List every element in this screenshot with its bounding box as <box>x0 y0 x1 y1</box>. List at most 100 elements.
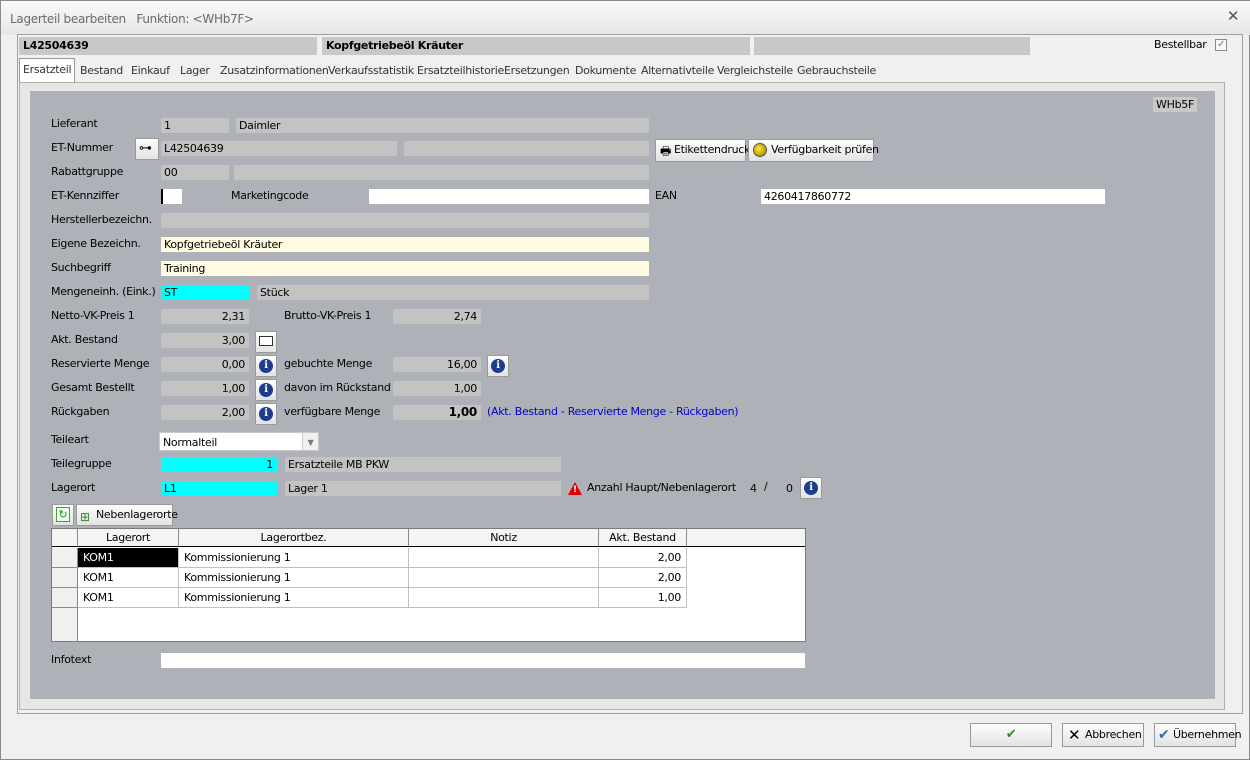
lagerort-text: Lager 1 <box>285 481 561 496</box>
netto-field: 2,31 <box>161 309 249 324</box>
chevron-down-icon: ▼ <box>302 433 318 450</box>
tab-vergleichsteile[interactable]: Vergleichsteile <box>714 60 796 82</box>
ean-field[interactable]: 4260417860772 <box>761 189 1105 204</box>
apply-button[interactable]: ✔ Übernehmen <box>1154 723 1242 747</box>
header-part-name: Kopfgetriebeöl Kräuter <box>322 37 750 55</box>
title-bar: Lagerteil bearbeiten Funktion: <WHb7F> ✕ <box>1 1 1250 35</box>
tab-ersatzteilhistorie[interactable]: Ersatzteilhistorie <box>414 60 507 82</box>
table-cell[interactable] <box>409 588 599 608</box>
suchbegriff-field[interactable]: Training <box>161 261 649 276</box>
anzahl-label: Anzahl Haupt/Nebenlagerort <box>587 481 736 494</box>
reserviert-info-button[interactable]: i <box>255 355 277 377</box>
ok-button[interactable]: ✔ <box>970 723 1052 747</box>
gebucht-field: 16,00 <box>393 357 481 372</box>
tab-ersatzteil[interactable]: Ersatzteil <box>19 58 76 83</box>
mengeneinh-field[interactable]: ST <box>161 285 249 300</box>
grid-corner <box>52 529 78 547</box>
refresh-icon: ↻ <box>56 507 70 522</box>
teilegruppe-field[interactable]: 1 <box>161 457 277 472</box>
table-cell[interactable]: KOM1 <box>78 548 179 568</box>
lieferant-number[interactable]: 1 <box>161 118 229 133</box>
refresh-button[interactable]: ↻ <box>52 504 74 526</box>
table-cell[interactable] <box>409 568 599 588</box>
et-nummer-label: ET-Nummer <box>51 141 113 154</box>
tab-gebrauchsteile[interactable]: Gebrauchsteile <box>794 60 879 82</box>
checkmark-ok-icon: ✔ <box>1005 727 1017 742</box>
table-cell[interactable]: Kommissionierung 1 <box>179 548 409 568</box>
teileart-select[interactable]: Normalteil ▼ <box>159 432 319 451</box>
etikettendruck-button[interactable]: 🖶 Etikettendruck <box>655 139 750 162</box>
tab-ersetzungen[interactable]: Ersetzungen <box>501 60 572 82</box>
suchbegriff-label: Suchbegriff <box>51 261 111 274</box>
verfuegbar-hint: (Akt. Bestand - Reservierte Menge - Rück… <box>487 405 739 418</box>
close-icon[interactable]: ✕ <box>1225 7 1241 25</box>
tab-bestand[interactable]: Bestand <box>77 60 126 82</box>
table-cell[interactable]: KOM1 <box>78 588 179 608</box>
rabattgruppe-field[interactable]: 00 <box>161 165 229 180</box>
warning-mark: ! <box>573 485 577 495</box>
table-cell[interactable]: 2,00 <box>599 548 687 568</box>
bestellt-info-button[interactable]: i <box>255 379 277 401</box>
header-empty-field <box>754 37 1030 55</box>
mengeneinh-label: Mengeneinh. (Eink.) <box>51 285 156 298</box>
nebenlagerorte-button[interactable]: ⊞ Nebenlagerorte <box>76 504 178 526</box>
et-kennziffer-field[interactable] <box>161 189 182 204</box>
gebucht-info-button[interactable]: i <box>487 355 509 377</box>
rueckgaben-field: 2,00 <box>161 405 249 420</box>
function-label: Funktion: <WHb7F> <box>136 12 254 26</box>
orderable-label: Bestellbar <box>1154 38 1207 51</box>
row-selector[interactable] <box>52 568 78 588</box>
table-cell[interactable]: 2,00 <box>599 568 687 588</box>
table-cell[interactable]: Kommissionierung 1 <box>179 568 409 588</box>
rabattgruppe-text <box>234 165 649 180</box>
table-cell[interactable]: Kommissionierung 1 <box>179 588 409 608</box>
infotext-field[interactable] <box>161 653 805 668</box>
checkmark-icon: ✔ <box>1158 727 1170 743</box>
infotext-label: Infotext <box>51 653 92 666</box>
tab-dokumente[interactable]: Dokumente <box>572 60 639 82</box>
lagerort-info-button[interactable]: i <box>800 477 822 499</box>
table-cell[interactable]: KOM1 <box>78 568 179 588</box>
et-nummer-field[interactable]: L42504639 <box>161 141 397 156</box>
table-cell[interactable] <box>409 548 599 568</box>
cancel-x-icon: ✕ <box>1068 726 1081 744</box>
teilegruppe-label: Teilegruppe <box>51 457 112 470</box>
bestand-list-button[interactable] <box>255 331 277 353</box>
verfuegbarkeit-label: Verfügbarkeit prüfen <box>771 143 879 156</box>
reserviert-field: 0,00 <box>161 357 249 372</box>
grid-header-lagerort[interactable]: Lagerort <box>78 529 179 547</box>
corner-code: WHb5F <box>1153 97 1197 112</box>
info-icon: i <box>259 383 273 397</box>
key-button[interactable]: ⊶ <box>135 138 159 160</box>
dialog-window: Lagerteil bearbeiten Funktion: <WHb7F> ✕… <box>0 0 1250 760</box>
window-title: Lagerteil bearbeiten Funktion: <WHb7F> <box>10 12 254 26</box>
verfuegbarkeit-button[interactable]: Verfügbarkeit prüfen <box>748 139 879 162</box>
printer-icon: 🖶 <box>660 144 672 158</box>
rueckgaben-label: Rückgaben <box>51 405 110 418</box>
herstellerbez-field[interactable] <box>161 213 649 228</box>
orderable-checkbox[interactable]: ✓ <box>1215 39 1227 51</box>
tab-verkaufsstatistik[interactable]: Verkaufsstatistik <box>325 60 417 82</box>
tab-lager[interactable]: Lager <box>177 60 213 82</box>
lieferant-name: Daimler <box>236 118 649 133</box>
grid-header-notiz[interactable]: Notiz <box>409 529 599 547</box>
anzahl-neben: 0 <box>786 482 793 495</box>
mengeneinh-text: Stück <box>257 285 649 300</box>
row-selector[interactable] <box>52 548 78 568</box>
brutto-label: Brutto-VK-Preis 1 <box>284 309 372 322</box>
table-cell[interactable]: 1,00 <box>599 588 687 608</box>
row-selector[interactable] <box>52 588 78 608</box>
cancel-button[interactable]: ✕ Abbrechen <box>1062 723 1144 747</box>
marketingcode-label: Marketingcode <box>231 189 309 202</box>
grid-header-akt-bestand[interactable]: Akt. Bestand <box>599 529 687 547</box>
grid-header-lagerortbez[interactable]: Lagerortbez. <box>179 529 409 547</box>
tab-alternativteile[interactable]: Alternativteile <box>638 60 717 82</box>
marketingcode-field[interactable] <box>369 189 649 204</box>
tab-zusatzinformationen[interactable]: Zusatzinformationen <box>217 60 332 82</box>
lagerort-field[interactable]: L1 <box>161 481 277 496</box>
info-icon: i <box>259 407 273 421</box>
rueckgaben-info-button[interactable]: i <box>255 403 277 425</box>
tab-einkauf[interactable]: Einkauf <box>128 60 173 82</box>
eigene-bez-field[interactable]: Kopfgetriebeöl Kräuter <box>161 237 649 252</box>
gesamt-bestellt-field: 1,00 <box>161 381 249 396</box>
